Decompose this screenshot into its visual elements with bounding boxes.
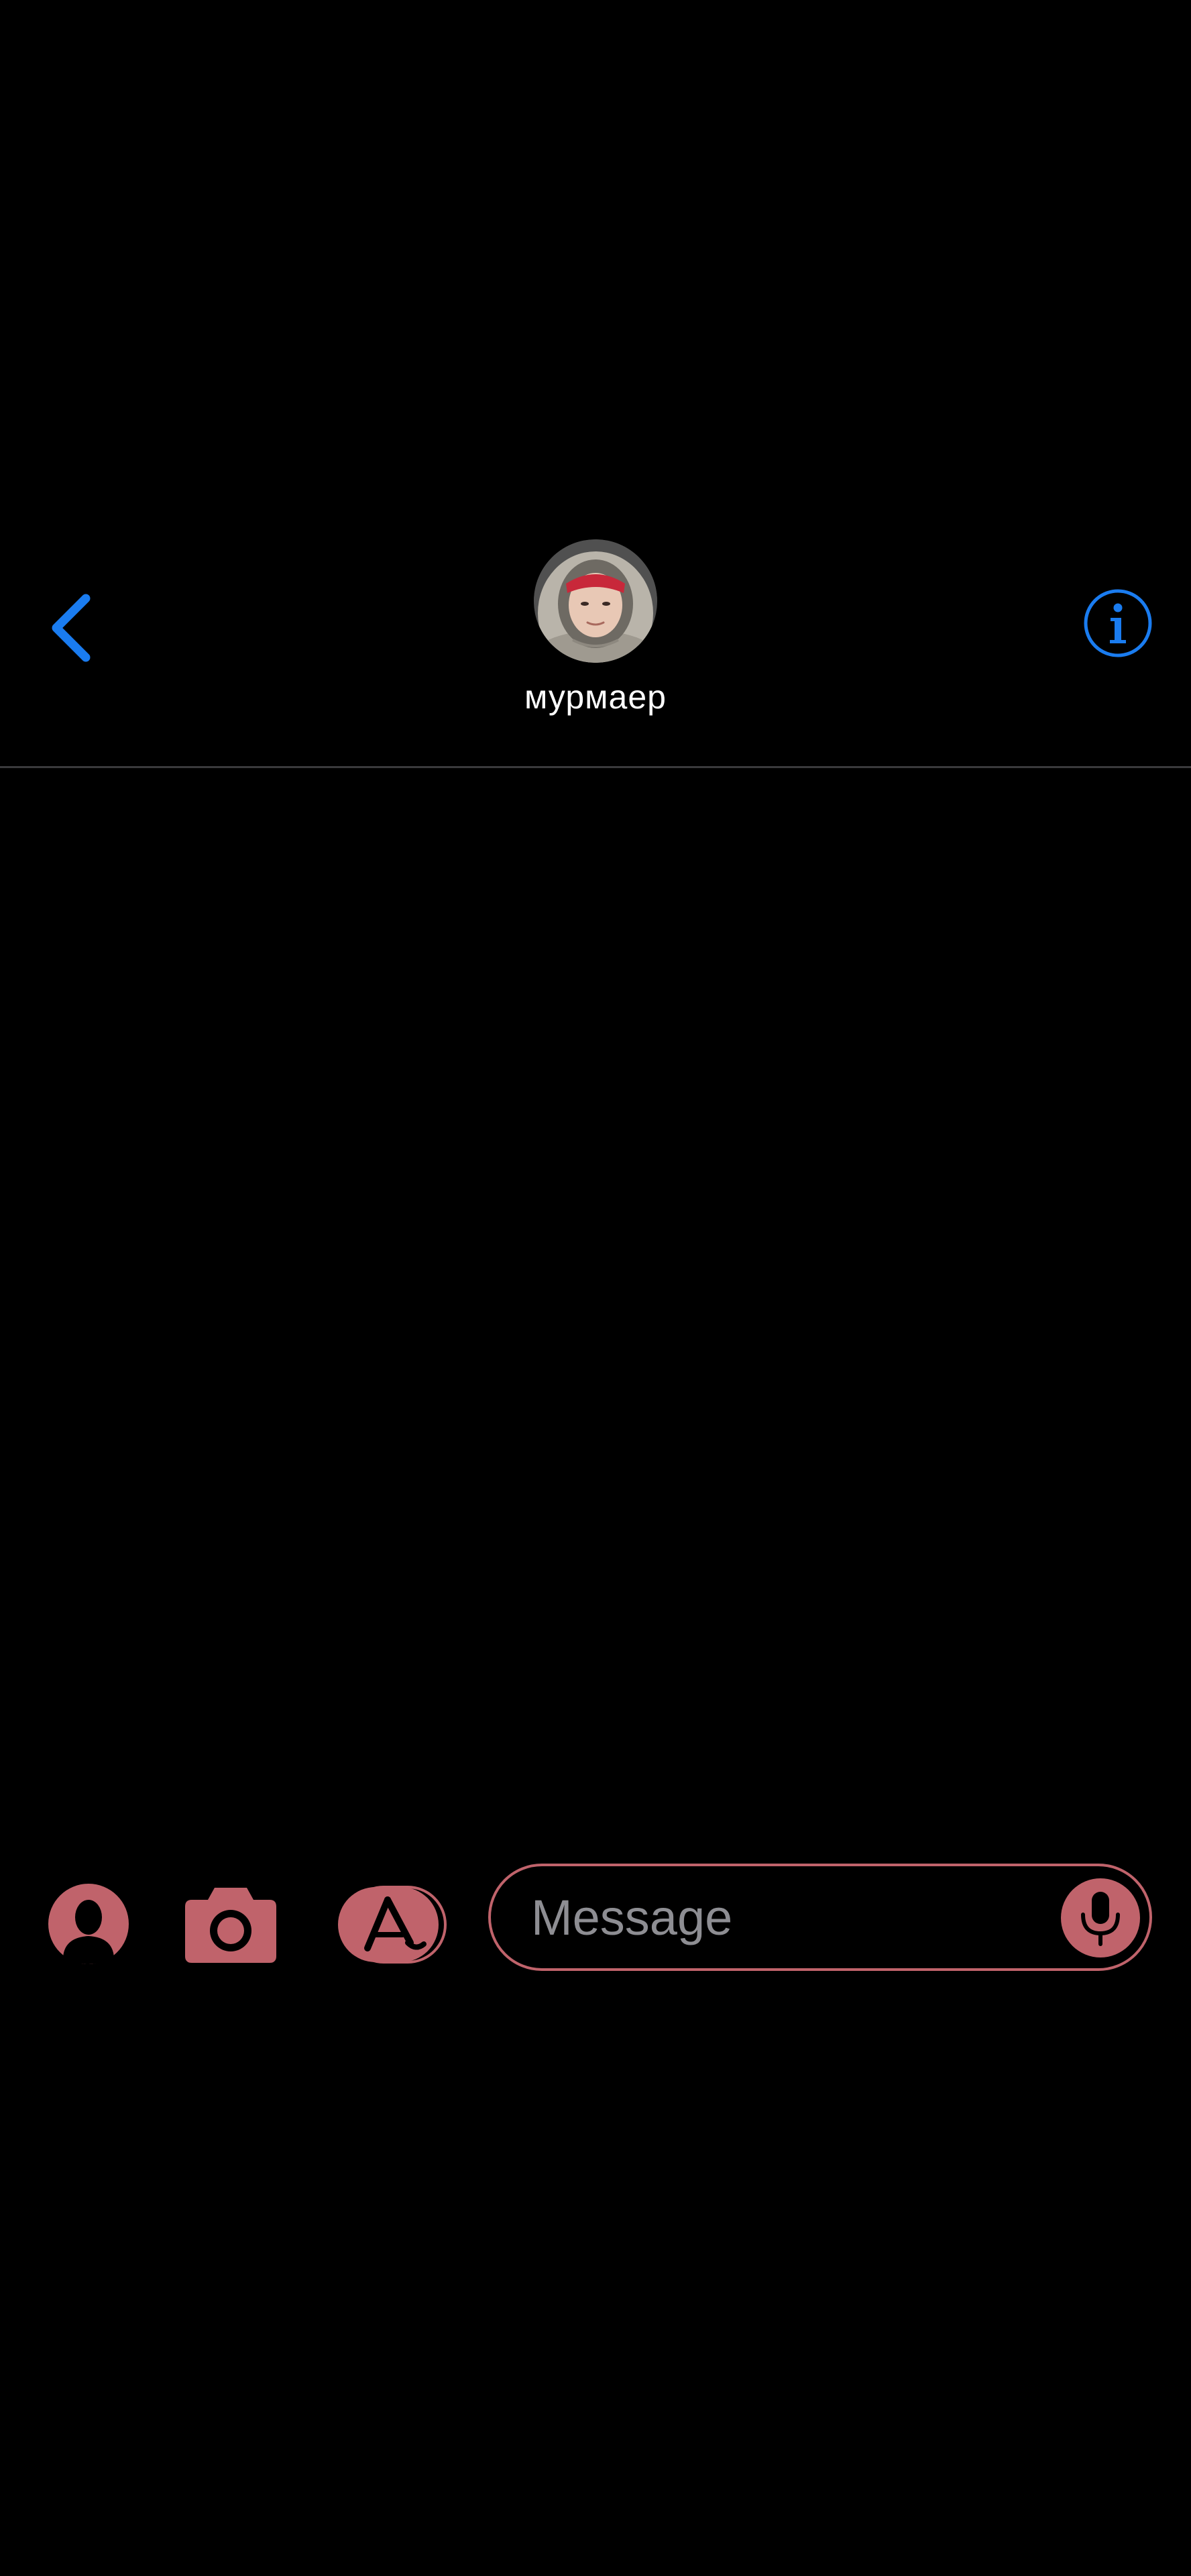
messages-screen: мурмаер [0, 0, 1191, 2576]
avatar[interactable] [534, 539, 657, 663]
message-input[interactable] [531, 1866, 1041, 1968]
contact-details-button[interactable]: мурмаер [461, 539, 730, 741]
app-store-icon [338, 1886, 447, 1964]
contact-avatar-photo [534, 539, 657, 663]
memoji-icon [48, 1884, 129, 1964]
message-list[interactable] [0, 770, 1191, 1843]
info-button[interactable] [1082, 588, 1153, 659]
back-button[interactable] [47, 588, 121, 668]
compose-bar [0, 1858, 1191, 1979]
memoji-button[interactable] [47, 1882, 130, 1966]
dictation-button[interactable] [1061, 1878, 1140, 1957]
camera-button[interactable] [180, 1884, 282, 1967]
info-circle-icon [1084, 589, 1152, 657]
contact-name: мурмаер [524, 678, 667, 716]
camera-icon [185, 1888, 276, 1963]
app-store-button[interactable] [338, 1885, 448, 1964]
conversation-header: мурмаер [0, 523, 1191, 768]
chevron-left-icon [52, 594, 91, 662]
microphone-icon [1081, 1892, 1120, 1946]
header-divider [0, 766, 1191, 768]
message-field[interactable] [488, 1864, 1152, 1971]
